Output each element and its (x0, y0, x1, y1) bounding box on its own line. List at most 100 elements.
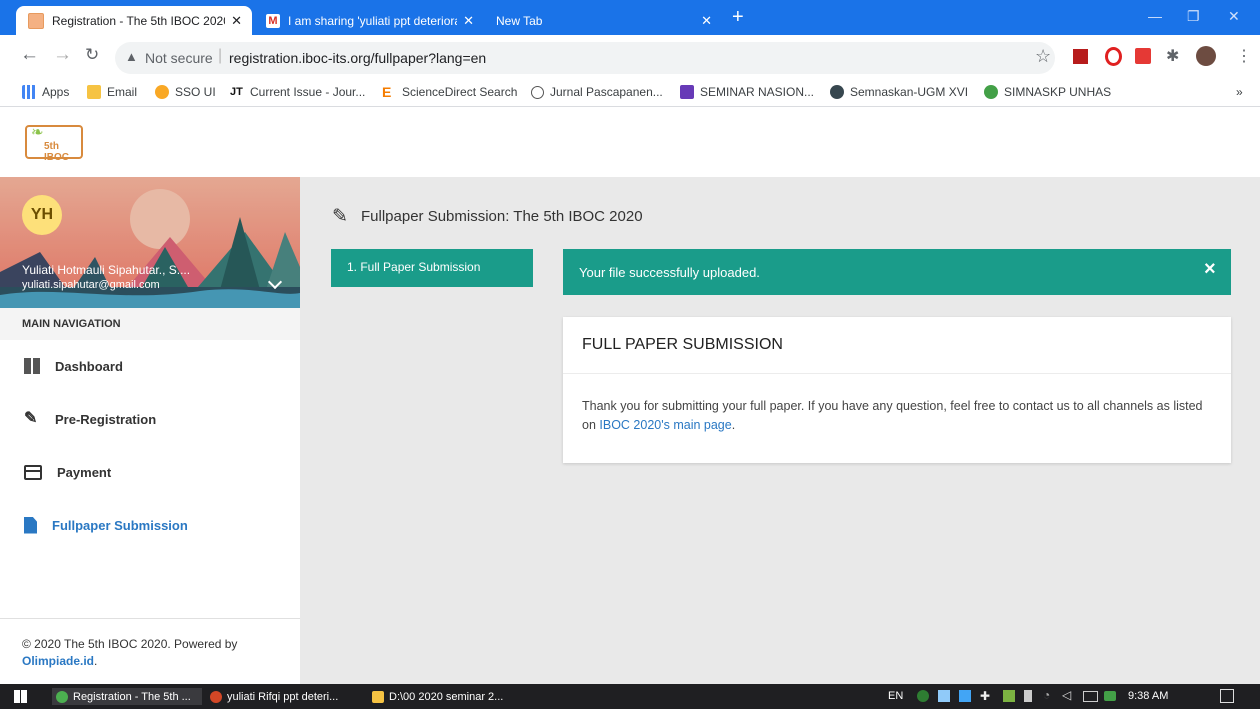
pdf-extension-icon[interactable] (1073, 49, 1088, 64)
forward-arrow-icon[interactable]: → (53, 44, 72, 66)
footer-period: . (94, 654, 98, 668)
sidebar-item-label: Fullpaper Submission (52, 517, 188, 533)
bookmark-jurnal[interactable]: Jurnal Pascapanen... (531, 85, 663, 99)
browser-tab-strip: Registration - The 5th IBOC 2020 ✕ M I a… (0, 0, 1260, 35)
folder-icon (372, 690, 384, 703)
bookmark-apps[interactable]: Apps (22, 85, 69, 99)
language-indicator[interactable]: EN (888, 690, 903, 702)
bookmark-current-issue[interactable]: JT Current Issue - Jour... (230, 85, 365, 99)
sidebar-item-dashboard[interactable]: Dashboard (0, 340, 300, 392)
document-icon (24, 516, 37, 534)
windows-start-icon[interactable] (14, 690, 27, 703)
tab-close-icon[interactable]: ✕ (463, 13, 474, 29)
clock[interactable]: 9:38 AM (1128, 690, 1168, 702)
volume-icon[interactable]: ◁ (1062, 688, 1071, 702)
bookmarks-overflow[interactable]: » (1236, 85, 1243, 99)
pencil-icon: ✎ (332, 206, 348, 227)
star-icon[interactable]: ☆ (1035, 46, 1051, 67)
elsevier-icon: E (382, 84, 392, 100)
bookmark-semnaskan[interactable]: Semnaskan-UGM XVI (830, 85, 968, 99)
user-name: Yuliati Hotmauli Sipahutar., S.... (22, 263, 191, 277)
iboc-logo[interactable]: ❧ 5th IBOC (25, 124, 83, 163)
chrome-icon (56, 690, 68, 703)
taskbar-chrome[interactable]: Registration - The 5th ... (52, 688, 202, 705)
usb-icon[interactable] (1024, 690, 1032, 702)
olimpiade-link[interactable]: Olimpiade.id (22, 654, 94, 668)
simnaskp-icon (984, 85, 998, 99)
bookmark-sciencedirect[interactable]: E ScienceDirect Search (382, 85, 517, 99)
reload-icon[interactable]: ↻ (85, 45, 99, 65)
more-menu-icon[interactable]: ⋮ (1236, 46, 1252, 66)
bookmark-simnaskp[interactable]: SIMNASKP UNHAS (984, 85, 1111, 99)
gmail-icon: M (266, 13, 280, 28)
profile-avatar[interactable] (1196, 46, 1216, 66)
avatar[interactable]: YH (22, 195, 62, 235)
security-label: Not secure (145, 50, 213, 66)
user-email: yuliati.sipahutar@gmail.com (22, 279, 160, 291)
close-icon[interactable]: × (1204, 258, 1216, 281)
bookmark-sso-ui[interactable]: SSO UI (155, 85, 216, 99)
pencil-icon: ✎ (24, 410, 38, 427)
sidebar-item-label: Pre-Registration (55, 411, 157, 427)
tab-close-icon[interactable]: ✕ (231, 13, 242, 29)
apps-grid-icon (22, 85, 36, 99)
sidebar-item-pre-registration[interactable]: ✎ Pre-Registration (0, 393, 300, 445)
wifi-icon[interactable]: ◔ (1043, 688, 1050, 702)
divider: | (218, 47, 223, 64)
powerpoint-icon (210, 690, 222, 703)
page-title: Fullpaper Submission: The 5th IBOC 2020 (361, 208, 643, 225)
opera-extension-icon[interactable] (1105, 47, 1122, 66)
taskbar-explorer[interactable]: D:\00 2020 seminar 2... (372, 688, 503, 705)
iboc-main-page-link[interactable]: IBOC 2020's main page (599, 418, 731, 432)
tray-shield-icon[interactable]: ✚ (980, 689, 990, 703)
notifications-icon[interactable] (1220, 689, 1234, 703)
window-close-icon[interactable]: ✕ (1228, 8, 1240, 25)
taskbar-powerpoint[interactable]: yuliati Rifqi ppt deteri... (210, 688, 338, 705)
divider (0, 618, 300, 619)
sso-icon (155, 85, 169, 99)
step-full-paper-submission[interactable]: 1. Full Paper Submission (331, 249, 533, 287)
warning-triangle-icon: ▲ (125, 49, 138, 64)
tab-title: Registration - The 5th IBOC 2020 (52, 13, 226, 28)
bookmark-email[interactable]: Email (87, 85, 137, 99)
dashboard-icon (24, 358, 40, 374)
tab-registration[interactable]: Registration - The 5th IBOC 2020 ✕ (16, 6, 252, 35)
globe-icon (531, 85, 544, 99)
tab-new-tab[interactable]: New Tab ✕ (486, 6, 722, 35)
tab-close-icon[interactable]: ✕ (701, 13, 712, 29)
sidebar-item-label: Dashboard (55, 358, 123, 374)
sidebar-item-payment[interactable]: Payment (0, 446, 300, 498)
tray-app-icon[interactable] (938, 690, 950, 702)
battery-icon[interactable] (1083, 691, 1098, 702)
tray-app-icon[interactable] (1003, 690, 1015, 702)
back-arrow-icon[interactable]: ← (20, 44, 39, 66)
new-tab-plus-icon[interactable]: + (732, 6, 744, 29)
submission-card: FULL PAPER SUBMISSION Thank you for subm… (563, 317, 1231, 463)
tab-title: New Tab (496, 13, 543, 28)
bookmark-seminar[interactable]: SEMINAR NASION... (680, 85, 814, 99)
sidebar-item-label: Payment (57, 464, 112, 480)
extension-icon[interactable] (1135, 48, 1151, 64)
site-favicon-icon (28, 12, 44, 29)
success-alert: Your file successfully uploaded. × (563, 249, 1231, 295)
tray-app-icon[interactable] (959, 690, 971, 702)
divider (563, 373, 1231, 374)
minimize-icon[interactable]: — (1148, 8, 1162, 24)
semnaskan-icon (830, 85, 844, 99)
restore-icon[interactable]: ❐ (1187, 8, 1200, 25)
footer-text: © 2020 The 5th IBOC 2020. Powered by (22, 637, 238, 651)
card-icon (24, 464, 42, 480)
step-label: 1. Full Paper Submission (347, 260, 481, 274)
url-text: registration.iboc-its.org/fullpaper?lang… (229, 50, 487, 66)
tray-app-icon[interactable] (1104, 691, 1116, 701)
tray-security-icon[interactable] (917, 690, 929, 702)
sidebar-item-fullpaper-submission[interactable]: Fullpaper Submission (0, 499, 300, 551)
tab-gmail[interactable]: M I am sharing 'yuliati ppt deteriora ✕ (254, 6, 484, 35)
card-text: Thank you for submitting your full paper… (582, 399, 1203, 432)
windows-taskbar: Registration - The 5th ... yuliati Rifqi… (0, 684, 1260, 709)
card-title: FULL PAPER SUBMISSION (582, 336, 783, 353)
jte-icon: JT (230, 86, 243, 98)
form-icon (680, 85, 694, 99)
puzzle-icon[interactable]: ✱ (1166, 46, 1179, 66)
address-bar[interactable]: ▲ Not secure | registration.iboc-its.org… (115, 42, 1055, 74)
